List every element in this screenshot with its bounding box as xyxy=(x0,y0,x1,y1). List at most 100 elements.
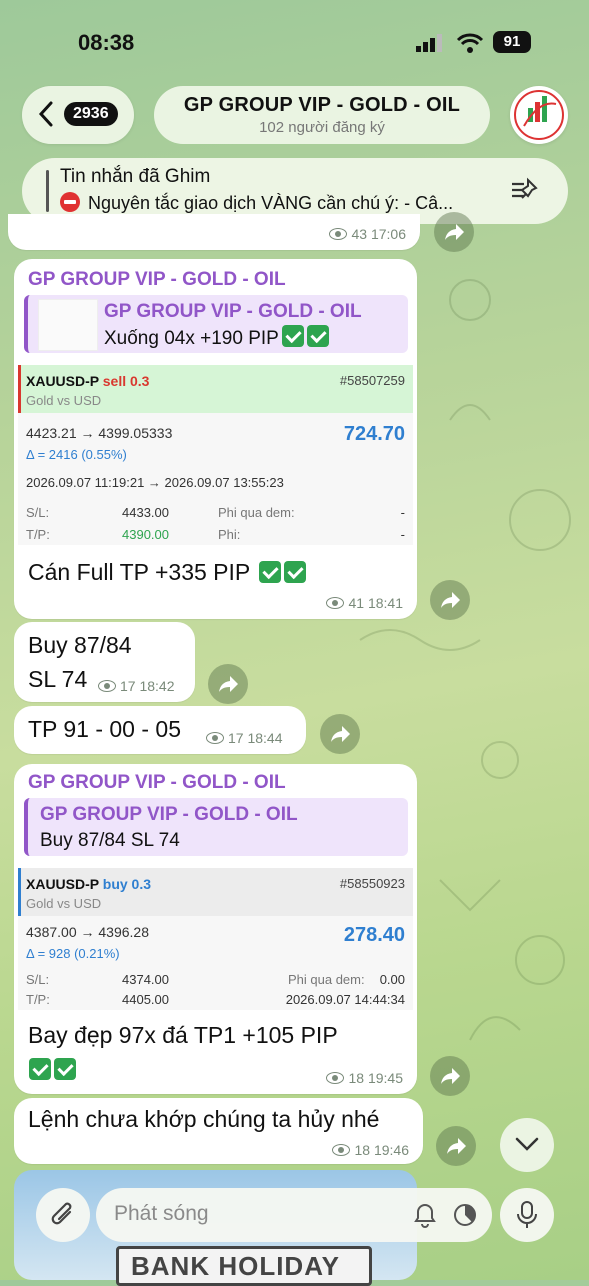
share-button[interactable] xyxy=(436,1126,476,1166)
share-button[interactable] xyxy=(320,714,360,754)
fee2-label: Phi: xyxy=(218,527,241,542)
trade-date: 2026.09.07 14:44:34 xyxy=(285,992,405,1007)
trade-side: buy 0.3 xyxy=(102,876,152,892)
trade-profit: 724.70 xyxy=(343,423,405,445)
input-placeholder: Phát sóng xyxy=(114,1202,209,1225)
trade-card[interactable]: XAUUSD-P sell 0.3 #58507259 Gold vs USD … xyxy=(18,365,413,545)
share-button[interactable] xyxy=(434,212,474,252)
eye-icon xyxy=(332,1144,351,1156)
eye-icon xyxy=(329,228,348,240)
attach-button[interactable] xyxy=(36,1188,90,1242)
share-arrow-icon xyxy=(447,1138,466,1154)
status-bar: 08:38 91 xyxy=(0,28,589,58)
message-text: Bay đẹp 97x đá TP1 +105 PIP xyxy=(28,1022,338,1048)
message-text: TP 91 - 00 - 05 xyxy=(28,716,181,742)
channel-title: GP GROUP VIP - GOLD - OIL xyxy=(183,94,461,116)
eye-icon xyxy=(98,680,116,692)
trade-description: Gold vs USD xyxy=(26,393,102,408)
sl-value: 4433.00 xyxy=(122,505,169,520)
pinned-title: Tin nhắn đã Ghim xyxy=(60,166,211,187)
trade-card[interactable]: XAUUSD-P buy 0.3 #58550923 Gold vs USD 4… xyxy=(18,868,413,1010)
reply-quote[interactable]: GP GROUP VIP - GOLD - OIL Xuống 04x +190… xyxy=(24,295,408,353)
trade-profit: 278.40 xyxy=(343,924,405,946)
message-bubble-cancel[interactable]: Lệnh chưa khớp chúng ta hủy nhé 18 19:46 xyxy=(14,1098,423,1164)
message-meta: 43 17:06 xyxy=(329,226,406,242)
sl-label: S/L: xyxy=(26,505,50,520)
trade-symbol: XAUUSD-P buy 0.3 xyxy=(26,876,152,892)
message-text: Lệnh chưa khớp chúng ta hủy nhé xyxy=(28,1106,380,1132)
tp-value: 4390.00 xyxy=(122,527,169,542)
trade-prices: 4387.00 → 4396.28 xyxy=(26,924,149,940)
trade-delta: Δ = 928 (0.21%) xyxy=(26,946,120,961)
message-input[interactable]: Phát sóng xyxy=(96,1188,492,1242)
microphone-icon xyxy=(517,1201,537,1228)
message-bubble-tp[interactable]: TP 91 - 00 - 05 17 18:44 xyxy=(14,706,306,754)
channel-avatar[interactable] xyxy=(510,86,568,144)
quote-title: GP GROUP VIP - GOLD - OIL xyxy=(40,804,298,825)
message-bubble-trade-sell[interactable]: GP GROUP VIP - GOLD - OIL GP GROUP VIP -… xyxy=(14,259,417,619)
message-sender: GP GROUP VIP - GOLD - OIL xyxy=(28,772,286,793)
reply-quote[interactable]: GP GROUP VIP - GOLD - OIL Buy 87/84 SL 7… xyxy=(24,798,408,856)
channel-title-bar[interactable]: GP GROUP VIP - GOLD - OIL 102 người đăng… xyxy=(154,86,490,144)
sl-label: S/L: xyxy=(26,972,50,987)
channel-logo-icon xyxy=(514,90,564,140)
timer-icon[interactable] xyxy=(452,1202,478,1228)
message-meta: 17 18:44 xyxy=(206,730,283,746)
subscriber-count: 102 người đăng ký xyxy=(259,119,385,136)
message-meta: 17 18:42 xyxy=(98,678,175,694)
message-bubble-previous[interactable]: 43 17:06 xyxy=(8,214,420,250)
share-button[interactable] xyxy=(430,580,470,620)
message-bubble-buy[interactable]: Buy 87/84 SL 74 17 18:42 xyxy=(14,622,195,702)
trade-description: Gold vs USD xyxy=(26,896,102,911)
eye-icon xyxy=(326,597,345,609)
message-meta: 41 18:41 xyxy=(326,595,403,611)
battery-indicator: 91 xyxy=(493,31,531,53)
check-icon xyxy=(259,561,282,583)
microphone-button[interactable] xyxy=(500,1188,554,1242)
chevron-left-icon xyxy=(38,101,53,127)
unread-count-badge: 2936 xyxy=(64,102,118,126)
message-text: Cán Full TP +335 PIP xyxy=(28,559,307,586)
check-icon xyxy=(284,561,307,583)
share-button[interactable] xyxy=(430,1056,470,1096)
share-arrow-icon xyxy=(441,1068,460,1084)
message-line-2: SL 74 xyxy=(28,666,88,692)
quote-text: Buy 87/84 SL 74 xyxy=(40,830,180,851)
message-meta: 18 19:45 xyxy=(326,1070,403,1086)
pinned-indicator xyxy=(46,170,49,212)
fee1-label: Phi qua dem: xyxy=(218,505,295,520)
cellular-signal-icon xyxy=(416,34,442,52)
bell-icon[interactable] xyxy=(412,1202,438,1228)
tp-label: T/P: xyxy=(26,527,50,542)
trade-symbol: XAUUSD-P sell 0.3 xyxy=(26,373,150,389)
quote-text: Xuống 04x +190 PIP xyxy=(104,325,329,350)
message-line-1: Buy 87/84 xyxy=(28,632,132,658)
share-arrow-icon xyxy=(331,726,350,742)
photo-sign-text: BANK HOLIDAY xyxy=(116,1246,372,1286)
trade-id: #58507259 xyxy=(339,373,405,388)
fee1-value: - xyxy=(400,505,405,520)
scroll-down-button[interactable] xyxy=(500,1118,554,1172)
chevron-down-icon xyxy=(515,1137,539,1151)
message-bubble-trade-buy[interactable]: GP GROUP VIP - GOLD - OIL GP GROUP VIP -… xyxy=(14,764,417,1094)
quote-title: GP GROUP VIP - GOLD - OIL xyxy=(104,301,362,322)
message-sender: GP GROUP VIP - GOLD - OIL xyxy=(28,269,286,290)
back-button[interactable]: 2936 xyxy=(22,86,134,144)
quote-thumbnail xyxy=(38,299,98,351)
paperclip-icon xyxy=(51,1202,72,1225)
fee2-value: - xyxy=(400,527,405,542)
pin-list-icon[interactable] xyxy=(510,176,540,204)
check-icon xyxy=(54,1058,76,1080)
pinned-text: Nguyên tắc giao dịch VÀNG cần chú ý: - C… xyxy=(88,193,454,213)
wifi-icon xyxy=(456,33,484,53)
fee1-label: Phi qua dem: xyxy=(288,972,365,987)
tp-label: T/P: xyxy=(26,992,50,1007)
share-button[interactable] xyxy=(208,664,248,704)
trade-side: sell 0.3 xyxy=(102,373,150,389)
sl-value: 4374.00 xyxy=(122,972,169,987)
trade-delta: Δ = 2416 (0.55%) xyxy=(26,447,127,462)
message-meta: 18 19:46 xyxy=(332,1142,409,1158)
message-checks xyxy=(26,1058,76,1082)
fee1-value: 0.00 xyxy=(379,972,405,987)
trade-times: 2026.09.07 11:19:21 → 2026.09.07 13:55:2… xyxy=(26,475,284,490)
